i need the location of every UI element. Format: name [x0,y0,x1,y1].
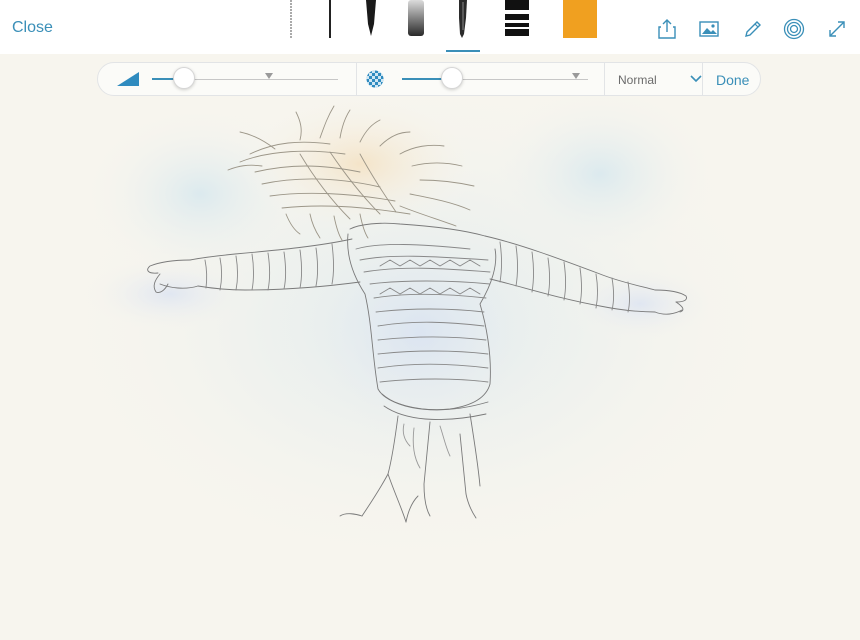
close-button[interactable]: Close [12,19,53,37]
blend-mode-label: Normal [618,73,657,87]
pencil-icon[interactable] [742,18,764,40]
drawing-canvas[interactable] [0,54,860,640]
brush-size-thumb[interactable] [173,67,196,89]
opacity-icon [366,70,384,88]
expand-icon[interactable] [826,18,848,40]
opacity-slider[interactable] [402,67,588,89]
opacity-thumb[interactable] [441,67,464,89]
marker-brush[interactable] [404,0,428,40]
blend-mode-select[interactable]: Normal [616,63,702,95]
thin-pencil-brush[interactable] [284,0,298,40]
image-icon[interactable] [698,18,720,40]
top-bar: Close [0,0,860,54]
layers-icon[interactable] [783,18,805,40]
ink-brush[interactable] [361,0,381,40]
brush-settings-toolbar: Normal Done [97,62,761,96]
default-opacity-marker [572,73,580,79]
felt-tip-brush[interactable] [452,0,474,42]
watercolor-wash [50,74,790,574]
brush-size-slider[interactable] [152,67,338,89]
color-swatch[interactable] [563,0,597,38]
stripe-brush[interactable] [503,0,531,40]
chevron-down-icon [690,75,702,83]
brush-size-icon [117,72,139,86]
default-size-marker [265,73,273,79]
fine-pen-brush[interactable] [323,0,337,40]
active-brush-indicator [446,50,480,52]
done-button[interactable]: Done [716,72,749,88]
share-icon[interactable] [656,18,678,40]
